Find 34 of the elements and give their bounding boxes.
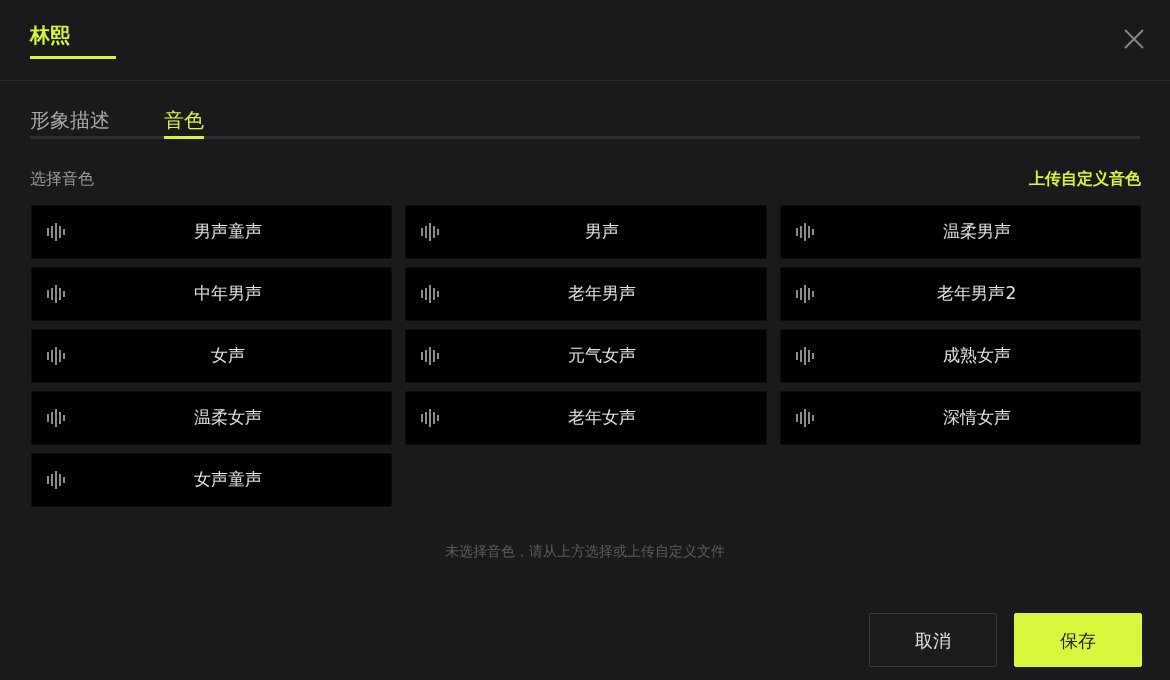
upload-link[interactable]: 上传自定义音色 (1029, 168, 1141, 190)
voice-option[interactable]: 女声 (31, 329, 393, 383)
close-icon (1124, 29, 1144, 49)
waveform-icon (795, 285, 814, 303)
waveform-icon (795, 409, 814, 427)
voice-option[interactable]: 老年男声 (405, 267, 767, 321)
waveform-icon (47, 223, 65, 241)
voice-option[interactable]: 男声童声 (31, 205, 393, 259)
waveform-icon (47, 347, 65, 365)
voice-option[interactable]: 温柔男声 (779, 205, 1141, 259)
waveform-icon (47, 471, 65, 489)
waveform-icon (421, 223, 440, 241)
voice-option[interactable]: 老年女声 (405, 391, 767, 445)
voice-option[interactable]: 中年男声 (31, 267, 393, 321)
waveform-icon (795, 223, 814, 241)
voice-option[interactable]: 元气女声 (405, 329, 767, 383)
waveform-icon (795, 347, 814, 365)
voice-option[interactable]: 男声 (405, 205, 767, 259)
dialog-title: 林熙 (30, 21, 116, 59)
waveform-icon (421, 285, 440, 303)
waveform-icon (421, 347, 440, 365)
waveform-icon (421, 409, 440, 427)
voice-option[interactable]: 深情女声 (779, 391, 1141, 445)
cancel-button[interactable]: 取消 (869, 613, 997, 667)
section-label: 选择音色 (30, 168, 94, 190)
waveform-icon (47, 285, 65, 303)
voice-option[interactable]: 成熟女声 (779, 329, 1141, 383)
tab[interactable]: 音色 (164, 106, 204, 139)
voice-option[interactable]: 女声童声 (31, 453, 393, 507)
waveform-icon (47, 409, 65, 427)
voice-option[interactable]: 温柔女声 (31, 391, 393, 445)
voice-option[interactable]: 老年男声2 (779, 267, 1141, 321)
tab[interactable]: 形象描述 (30, 106, 110, 139)
save-button[interactable]: 保存 (1014, 613, 1142, 667)
